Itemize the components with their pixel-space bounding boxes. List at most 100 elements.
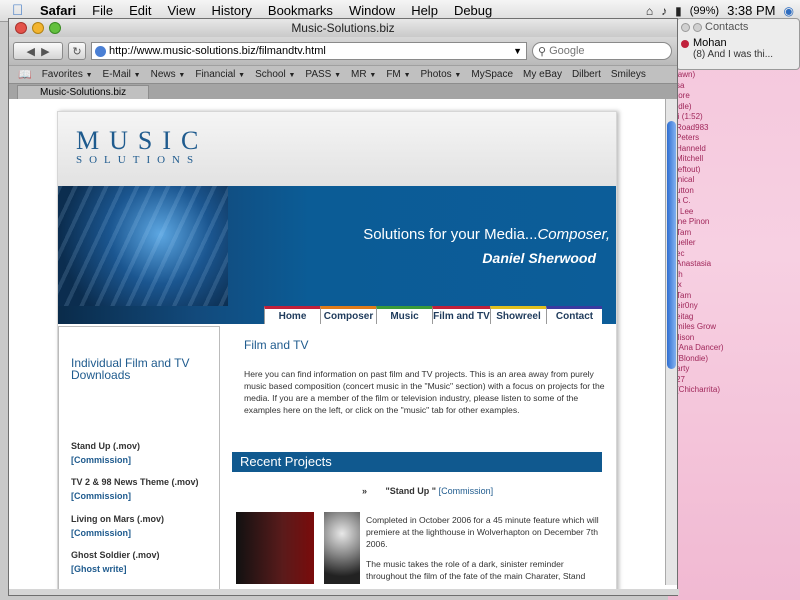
menu-edit[interactable]: Edit	[121, 3, 159, 18]
contact-name: Mohan	[693, 37, 727, 49]
download-title[interactable]: TV 2 & 98 News Theme (.mov)	[71, 475, 199, 489]
bookmark-label: Photos	[420, 69, 452, 80]
site-banner: Solutions for your Media...Composer, Dan…	[58, 186, 616, 324]
bookmark-photos[interactable]: Photos ▼	[416, 69, 467, 80]
volume-icon[interactable]: ♪	[661, 4, 667, 18]
away-status-icon	[681, 40, 689, 48]
project-description: Completed in October 2006 for a 45 minut…	[366, 514, 606, 590]
background-text: (Chicharrita)	[676, 385, 721, 394]
bookmark-school[interactable]: School ▼	[250, 69, 300, 80]
background-text: th	[676, 269, 683, 279]
url-text[interactable]: http://www.music-solutions.biz/filmandtv…	[109, 45, 510, 57]
search-icon: ⚲	[538, 45, 547, 58]
bookmark-email[interactable]: E-Mail ▼	[98, 69, 146, 80]
download-title[interactable]: Ghost Soldier (.mov)	[71, 548, 160, 562]
bookmark-dilbert[interactable]: Dilbert	[567, 69, 606, 80]
background-text: Idle)	[676, 101, 692, 111]
battery-icon[interactable]: ▮	[675, 4, 682, 18]
menu-help[interactable]: Help	[403, 3, 446, 18]
vertical-scrollbar[interactable]	[665, 99, 677, 585]
bookmark-mr[interactable]: MR ▼	[346, 69, 381, 80]
apple-icon[interactable]: 	[12, 2, 32, 19]
download-tag[interactable]: [Commission]	[71, 526, 164, 540]
bookmark-financial[interactable]: Financial ▼	[190, 69, 250, 80]
project-bullet: »	[362, 486, 368, 496]
bookmark-news[interactable]: News ▼	[146, 69, 191, 80]
project-paragraph: Completed in October 2006 for a 45 minut…	[366, 515, 599, 549]
bookmark-my-ebay[interactable]: My eBay	[518, 69, 567, 80]
download-tag[interactable]: [Ghost write]	[71, 562, 160, 576]
nav-music[interactable]: Music	[376, 306, 432, 324]
browser-window: Music-Solutions.biz ◀ ▶ ↻ http://www.mus…	[8, 18, 679, 596]
background-text: ec	[676, 248, 685, 258]
dropdown-arrow-icon: ▼	[334, 72, 342, 79]
menu-view[interactable]: View	[160, 3, 204, 18]
download-title[interactable]: Stand Up (.mov)	[71, 439, 140, 453]
background-text: Mitchell	[676, 154, 704, 163]
background-text: Tam	[676, 227, 692, 237]
background-text: inical	[676, 175, 695, 184]
background-text: Hanneld	[676, 143, 706, 153]
bookmark-label: Financial	[195, 69, 236, 80]
background-text: utton	[676, 185, 694, 195]
menu-file[interactable]: File	[84, 3, 121, 18]
menu-safari[interactable]: Safari	[32, 3, 84, 18]
nav-composer[interactable]: Composer	[320, 306, 376, 324]
menu-debug[interactable]: Debug	[446, 3, 500, 18]
nav-showreel[interactable]: Showreel	[490, 306, 546, 324]
background-text: 27	[676, 374, 685, 384]
bookmark-favorites[interactable]: Favorites ▼	[37, 69, 98, 80]
reload-button[interactable]: ↻	[68, 42, 86, 60]
tab-music-solutions[interactable]: Music-Solutions.biz	[17, 85, 150, 99]
url-dropdown-icon[interactable]: ▼	[513, 46, 526, 56]
background-window-text: lawn) sa tore Idle) ii (1:52) Road983 Peters Ha…	[676, 70, 724, 396]
wifi-icon[interactable]: ⌂	[646, 4, 653, 18]
project-tag-link[interactable]: [Commission]	[439, 486, 494, 496]
web-content: MUSIC SOLUTIONS Solutions for your Media…	[9, 99, 667, 592]
site-logo-subtitle: SOLUTIONS	[76, 154, 201, 166]
intro-text: Here you can find information on past fi…	[244, 369, 605, 415]
background-text: eir0ny	[676, 301, 698, 310]
download-title[interactable]: Living on Mars (.mov)	[71, 512, 164, 526]
contacts-window: Contacts Mohan (8) And I was thi...	[676, 18, 800, 70]
contacts-minimize-button[interactable]	[693, 22, 702, 32]
studio-image	[58, 186, 228, 306]
bookmark-label: Favorites	[41, 69, 83, 80]
spotlight-icon[interactable]: ◉	[784, 4, 794, 18]
site-header: MUSIC SOLUTIONS	[58, 112, 616, 186]
bookmark-fm[interactable]: FM ▼	[381, 69, 415, 80]
background-text: Anastasia	[676, 259, 712, 268]
nav-film-and-tv[interactable]: Film and TV	[432, 306, 490, 324]
contact-message: (8) And I was thi...	[693, 49, 774, 60]
background-text: tore	[676, 91, 690, 100]
globe-icon	[95, 45, 106, 57]
bookmark-label: School	[255, 69, 286, 80]
bookmark-smileys[interactable]: Smileys	[606, 69, 651, 80]
contacts-close-button[interactable]	[681, 22, 690, 32]
site-logo[interactable]: MUSIC	[76, 126, 616, 156]
address-bar[interactable]: http://www.music-solutions.biz/filmandtv…	[91, 42, 527, 60]
background-text: ix	[676, 280, 682, 289]
banner-tagline-text: Solutions for your Media...	[363, 226, 538, 243]
bookmarks-book-icon[interactable]: 📖	[13, 68, 37, 81]
bookmark-pass[interactable]: PASS ▼	[300, 69, 346, 80]
search-field[interactable]: ⚲	[532, 42, 672, 60]
contact-item[interactable]: Mohan (8) And I was thi...	[677, 35, 799, 62]
search-input[interactable]	[549, 45, 640, 57]
banner-tagline: Solutions for your Media...Composer,	[363, 226, 610, 243]
nav-home[interactable]: Home	[264, 306, 320, 324]
menu-bookmarks[interactable]: Bookmarks	[260, 3, 341, 18]
download-tag[interactable]: [Commission]	[71, 489, 199, 503]
menu-history[interactable]: History	[203, 3, 259, 18]
bookmark-myspace[interactable]: MySpace	[466, 69, 518, 80]
download-tag[interactable]: [Commission]	[71, 453, 140, 467]
menu-window[interactable]: Window	[341, 3, 403, 18]
clock[interactable]: 3:38 PM	[727, 3, 775, 18]
back-forward-buttons[interactable]: ◀ ▶	[13, 42, 63, 60]
nav-contact[interactable]: Contact	[546, 306, 602, 324]
forward-arrow-icon[interactable]: ▶	[41, 45, 49, 58]
back-arrow-icon[interactable]: ◀	[26, 45, 34, 58]
scroll-thumb[interactable]	[667, 121, 676, 369]
composer-photo	[324, 512, 360, 584]
background-text: miles Grow	[676, 322, 717, 331]
